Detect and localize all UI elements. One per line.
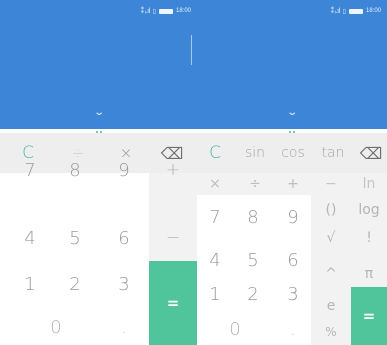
percent-button[interactable]: % [313, 320, 349, 344]
tan-button[interactable]: tan [313, 133, 353, 173]
digit-7-button[interactable]: 7 [197, 197, 233, 237]
pi-button[interactable]: π [351, 262, 387, 286]
battery-icon [158, 8, 173, 14]
digit-0-button[interactable]: 0 [36, 309, 76, 345]
equals-button[interactable]: = [149, 261, 197, 345]
minus-button[interactable]: − [149, 218, 197, 258]
digit-9-button[interactable]: 9 [275, 197, 311, 237]
sim-icon: ▯ [152, 8, 156, 15]
digit-6-button[interactable]: 6 [104, 218, 144, 258]
status-time: 18:00 [175, 8, 191, 14]
digit-3-button[interactable]: 3 [275, 274, 311, 314]
digit-5-button[interactable]: 5 [55, 218, 95, 258]
signal-icon: ⁑ ᵢ.ıl [140, 8, 151, 15]
clear-button[interactable]: C [197, 133, 233, 173]
calculator-scientific-panel: ⁑ ᵢ.ıl ▯ 18:00 ⌄ C sin cos tan ⌫ × ÷ + −… [197, 0, 387, 345]
digit-3-button[interactable]: 3 [104, 264, 144, 304]
digit-1-button[interactable]: 1 [197, 274, 233, 314]
digit-0-button[interactable]: 0 [217, 313, 253, 345]
factorial-button[interactable]: ! [351, 226, 387, 250]
status-time: 18:00 [365, 8, 381, 14]
sim-icon: ▯ [342, 8, 346, 15]
power-button[interactable]: ^ [313, 262, 349, 286]
status-bar: ⁑ ᵢ.ıl ▯ 18:00 [331, 6, 381, 16]
text-cursor [191, 35, 192, 65]
signal-icon: ⁑ ᵢ.ıl [330, 8, 341, 15]
multiply-button[interactable]: × [197, 173, 233, 195]
ln-button[interactable]: ln [351, 173, 387, 195]
digit-2-button[interactable]: 2 [55, 264, 95, 304]
sin-button[interactable]: sin [237, 133, 273, 173]
digit-2-button[interactable]: 2 [235, 274, 271, 314]
digit-8-button[interactable]: 8 [235, 197, 271, 237]
display-area: ⁑ ᵢ.ıl ▯ 18:00 ⌄ [0, 0, 197, 129]
digit-8-button[interactable]: 8 [55, 150, 95, 190]
decimal-button[interactable]: . [275, 313, 311, 345]
battery-icon [348, 8, 363, 14]
digit-1-button[interactable]: 1 [10, 264, 50, 304]
calculator-basic-panel: ⁑ ᵢ.ıl ▯ 18:00 ⌄ C ÷ × ⌫ + − = 7 8 9 4 5… [0, 0, 197, 345]
parentheses-button[interactable]: () [313, 198, 349, 222]
chevron-down-icon[interactable]: ⌄ [93, 108, 105, 118]
sqrt-button[interactable]: √ [313, 226, 349, 250]
divide-button[interactable]: ÷ [237, 173, 273, 195]
status-bar: ⁑ ᵢ.ıl ▯ 18:00 [141, 6, 191, 16]
digit-9-button[interactable]: 9 [104, 150, 144, 190]
digit-4-button[interactable]: 4 [10, 218, 50, 258]
plus-button[interactable]: + [275, 173, 311, 195]
euler-e-button[interactable]: e [313, 294, 349, 318]
plus-label[interactable]: + [149, 150, 197, 190]
decimal-button[interactable]: . [104, 309, 144, 345]
cos-button[interactable]: cos [273, 133, 313, 173]
equals-button[interactable]: = [351, 287, 387, 345]
backspace-icon[interactable]: ⌫ [355, 133, 387, 173]
function-row-scientific: C sin cos tan ⌫ [197, 133, 387, 173]
chevron-down-icon[interactable]: ⌄ [286, 108, 298, 118]
minus-button[interactable]: − [313, 173, 349, 195]
log-button[interactable]: log [351, 198, 387, 222]
digit-7-button[interactable]: 7 [10, 150, 50, 190]
display-area-scientific: ⁑ ᵢ.ıl ▯ 18:00 ⌄ [197, 0, 387, 129]
